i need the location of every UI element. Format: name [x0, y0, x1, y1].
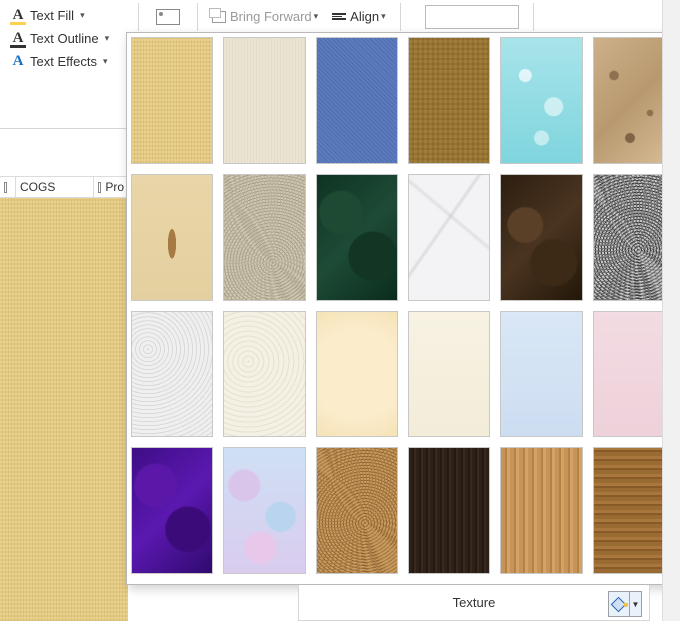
texture-footer-label: Texture	[299, 595, 649, 610]
pro-header[interactable]: Pro	[94, 177, 128, 197]
texture-swatch-cork[interactable]	[316, 447, 398, 574]
texture-swatch-fish-fossil[interactable]	[131, 174, 213, 301]
picture-icon[interactable]	[153, 6, 183, 28]
filter-icon	[4, 182, 7, 193]
text-outline-label: Text Outline	[30, 31, 99, 46]
texture-swatch-purple-mesh[interactable]	[131, 447, 213, 574]
text-effects-icon: A	[10, 53, 26, 70]
texture-swatch-bouquet[interactable]	[223, 447, 305, 574]
chevron-down-icon: ▾	[80, 10, 85, 21]
texture-swatch-brown-marble[interactable]	[500, 174, 582, 301]
texture-swatch-blue-tissue[interactable]	[500, 311, 582, 438]
separator	[138, 3, 139, 31]
texture-swatch-denim[interactable]	[316, 37, 398, 164]
cogs-header[interactable]: COGS	[16, 177, 94, 197]
chevron-down-icon: ▾	[105, 33, 110, 44]
texture-swatch-stationery[interactable]	[408, 311, 490, 438]
texture-swatch-oak[interactable]	[500, 447, 582, 574]
ribbon-arrange-group: Bring Forward ▾ Align ▾	[128, 0, 680, 34]
text-fill-icon: A	[10, 7, 26, 24]
texture-gallery-popup	[126, 32, 680, 585]
texture-swatch-recycled-paper[interactable]	[223, 311, 305, 438]
texture-grid	[131, 37, 675, 574]
paint-bucket-icon	[609, 592, 629, 616]
text-fill-button[interactable]: A Text Fill ▾	[6, 4, 122, 27]
size-combo[interactable]	[425, 5, 519, 29]
column-headers: COGS Pro	[0, 176, 128, 198]
align-button[interactable]: Align ▾	[332, 9, 385, 24]
texture-menu-button[interactable]: ▼	[608, 591, 642, 617]
texture-papyrus-applied	[0, 198, 128, 621]
text-outline-icon: A	[10, 30, 26, 47]
align-icon	[332, 13, 346, 20]
text-effects-label: Text Effects	[30, 54, 97, 69]
texture-swatch-parchment[interactable]	[316, 311, 398, 438]
filter-cell[interactable]	[0, 177, 16, 197]
chevron-down-icon: ▾	[314, 11, 319, 22]
texture-swatch-sand[interactable]	[223, 174, 305, 301]
bring-forward-label: Bring Forward	[230, 9, 312, 24]
pro-label: Pro	[105, 180, 124, 194]
text-effects-button[interactable]: A Text Effects ▾	[6, 50, 122, 73]
texture-swatch-newsprint[interactable]	[131, 311, 213, 438]
chevron-down-icon: ▼	[629, 592, 641, 616]
filter-icon	[98, 182, 101, 193]
texture-swatch-canvas[interactable]	[223, 37, 305, 164]
texture-swatch-white-marble[interactable]	[408, 174, 490, 301]
texture-swatch-green-marble[interactable]	[316, 174, 398, 301]
separator	[533, 3, 534, 31]
bring-forward-button[interactable]: Bring Forward ▾	[212, 9, 318, 24]
separator	[197, 3, 198, 31]
text-fill-label: Text Fill	[30, 8, 74, 23]
chevron-down-icon: ▾	[103, 56, 108, 67]
align-label: Align	[350, 9, 379, 24]
ribbon-text-group: A Text Fill ▾ A Text Outline ▾ A Text Ef…	[0, 0, 128, 77]
chevron-down-icon: ▾	[381, 11, 386, 22]
bring-forward-icon	[212, 11, 226, 23]
separator	[400, 3, 401, 31]
texture-swatch-water-droplets[interactable]	[500, 37, 582, 164]
cogs-label: COGS	[20, 180, 55, 194]
scrollbar[interactable]	[662, 0, 680, 621]
text-outline-button[interactable]: A Text Outline ▾	[6, 27, 122, 50]
texture-swatch-papyrus[interactable]	[131, 37, 213, 164]
texture-swatch-walnut[interactable]	[408, 447, 490, 574]
texture-footer-row: Texture	[298, 585, 650, 621]
texture-swatch-woven-mat[interactable]	[408, 37, 490, 164]
applied-texture-preview	[0, 198, 128, 621]
